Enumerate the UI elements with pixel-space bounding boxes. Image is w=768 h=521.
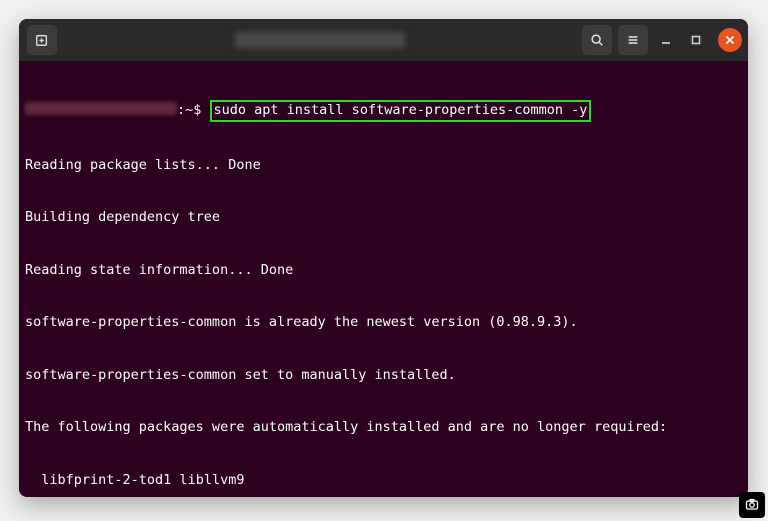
minimize-button[interactable] xyxy=(654,28,678,52)
terminal-body[interactable]: :~$ sudo apt install software-properties… xyxy=(19,61,748,497)
output-line: Building dependency tree xyxy=(25,209,742,227)
screenshot-tool-badge xyxy=(739,492,765,518)
search-button[interactable] xyxy=(582,25,612,55)
prompt-suffix: :~$ xyxy=(177,102,210,118)
menu-button[interactable] xyxy=(618,25,648,55)
maximize-button[interactable] xyxy=(684,28,708,52)
output-line: software-properties-common is already th… xyxy=(25,314,742,332)
terminal-window: :~$ sudo apt install software-properties… xyxy=(19,19,748,497)
close-button[interactable] xyxy=(718,28,742,52)
output-line: Reading package lists... Done xyxy=(25,157,742,175)
new-tab-button[interactable] xyxy=(27,25,57,55)
command-highlight: sudo apt install software-properties-com… xyxy=(210,100,592,122)
titlebar xyxy=(19,19,748,61)
prompt-user-redacted xyxy=(25,102,177,115)
window-title xyxy=(57,32,582,48)
title-redacted xyxy=(235,32,405,48)
output-line: libfprint-2-tod1 libllvm9 xyxy=(25,472,742,490)
prompt-line-1: :~$ sudo apt install software-properties… xyxy=(25,100,742,122)
output-line: The following packages were automaticall… xyxy=(25,419,742,437)
output-line: Reading state information... Done xyxy=(25,262,742,280)
output-line: software-properties-common set to manual… xyxy=(25,367,742,385)
